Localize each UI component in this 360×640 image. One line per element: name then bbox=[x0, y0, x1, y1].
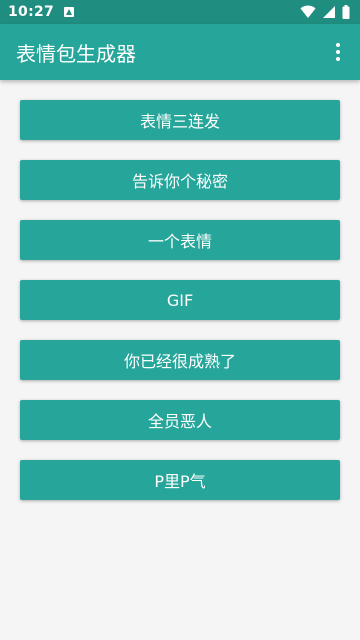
app-title: 表情包生成器 bbox=[16, 41, 136, 66]
app-bar: 表情包生成器 bbox=[0, 24, 360, 80]
status-time: 10:27 bbox=[8, 4, 55, 20]
wifi-icon bbox=[300, 5, 316, 18]
button-tell-secret[interactable]: 告诉你个秘密 bbox=[20, 160, 340, 200]
battery-icon bbox=[342, 5, 350, 19]
button-gif[interactable]: GIF bbox=[20, 280, 340, 320]
button-p-style[interactable]: P里P气 bbox=[20, 460, 340, 500]
button-triple-meme[interactable]: 表情三连发 bbox=[20, 100, 340, 140]
cellular-signal-icon bbox=[323, 6, 335, 18]
status-icons bbox=[300, 5, 350, 19]
more-vert-icon bbox=[336, 43, 340, 47]
more-options-button[interactable] bbox=[326, 40, 350, 64]
status-bar: 10:27 bbox=[0, 0, 360, 24]
notification-icon bbox=[64, 7, 75, 17]
button-list: 表情三连发 告诉你个秘密 一个表情 GIF 你已经很成熟了 全员恶人 P里P气 bbox=[20, 100, 340, 520]
button-all-villains[interactable]: 全员恶人 bbox=[20, 400, 340, 440]
button-mature[interactable]: 你已经很成熟了 bbox=[20, 340, 340, 380]
button-single-meme[interactable]: 一个表情 bbox=[20, 220, 340, 260]
